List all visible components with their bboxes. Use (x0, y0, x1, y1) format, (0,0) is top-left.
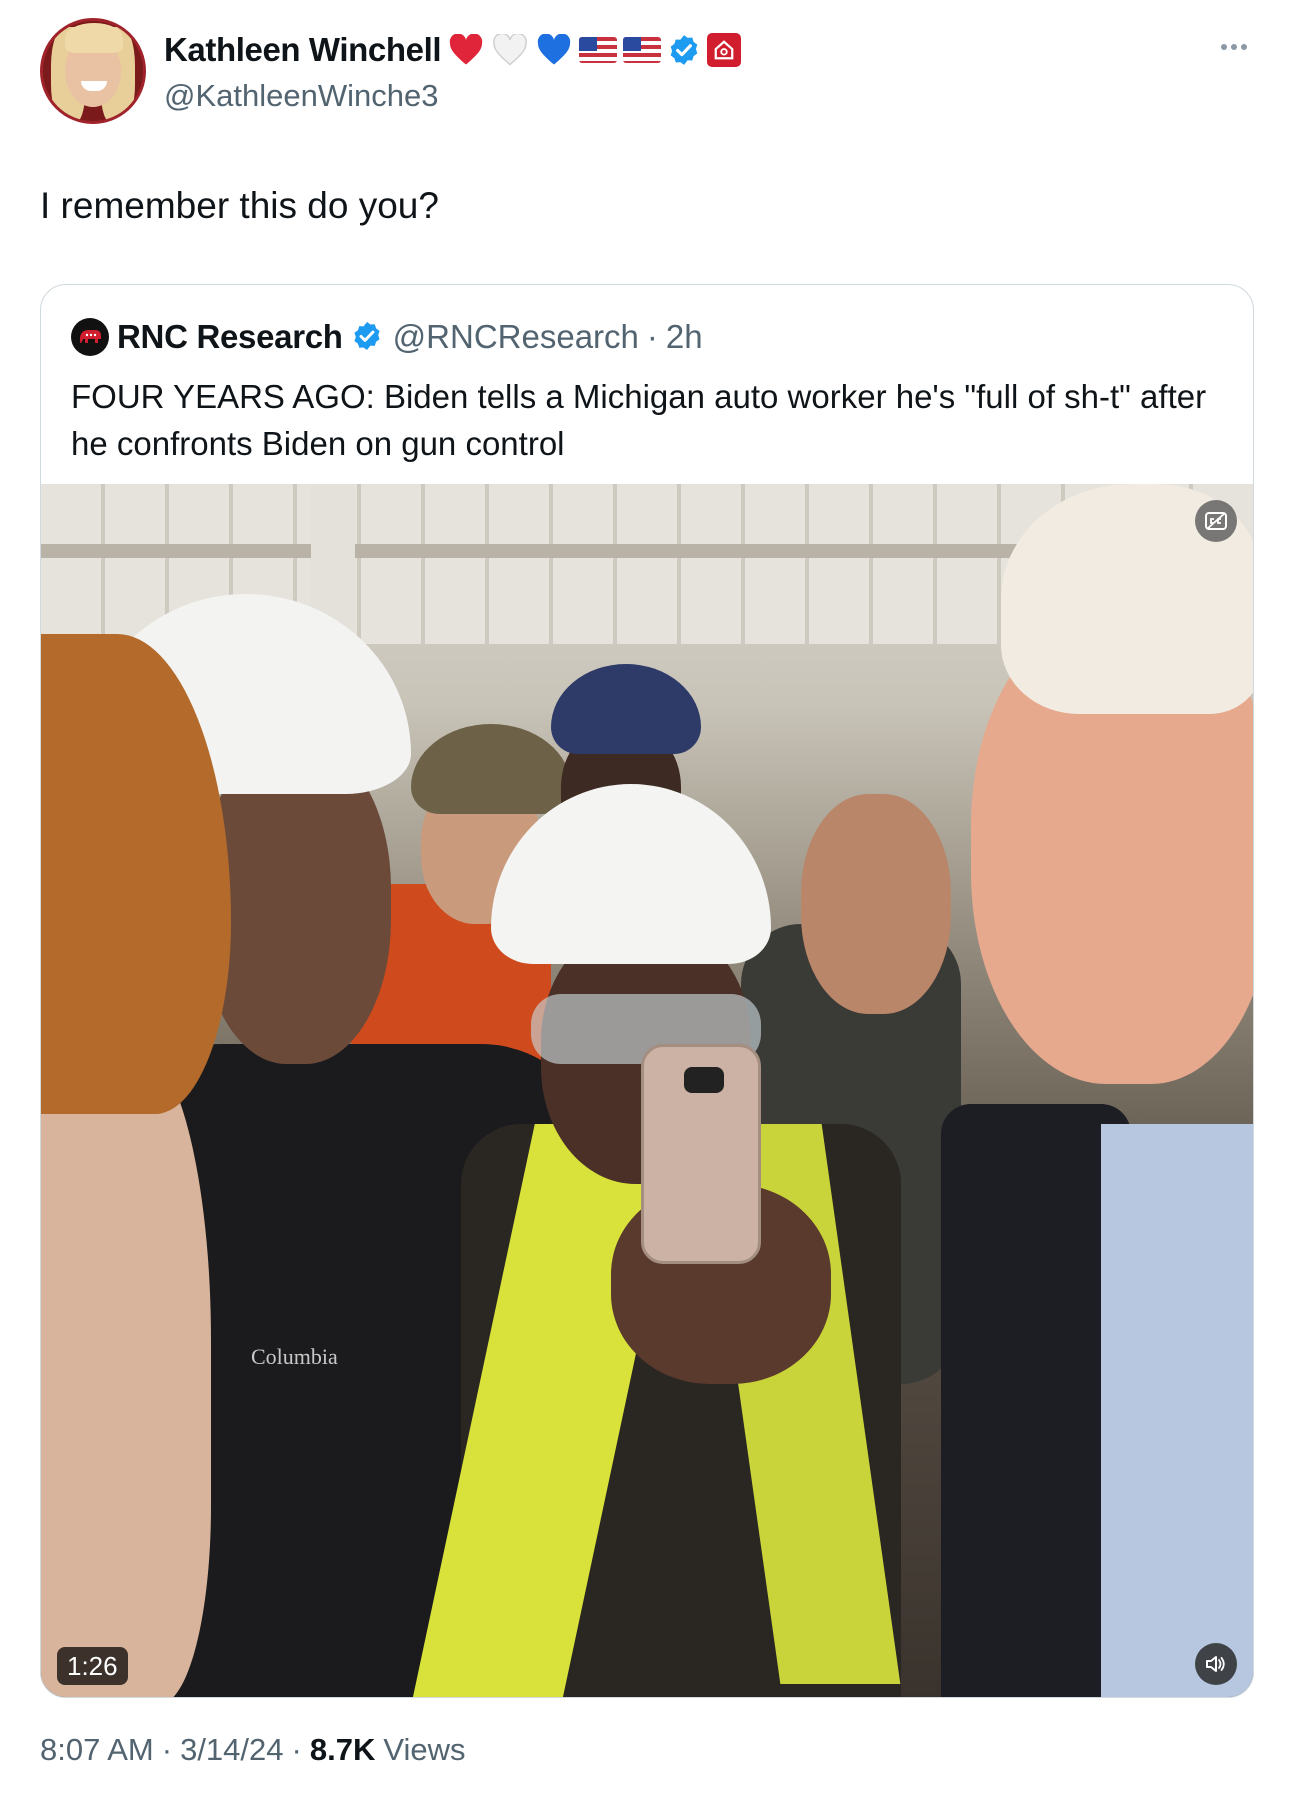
captions-icon[interactable] (1195, 500, 1237, 542)
phone-in-frame (641, 1044, 761, 1264)
more-options-icon[interactable] (1214, 32, 1254, 62)
us-flag-icon (623, 37, 662, 63)
views-count[interactable]: 8.7K (310, 1732, 375, 1768)
separator-dot: · (646, 318, 658, 355)
video-player[interactable]: Columbia 1:26 (41, 484, 1253, 1697)
quoted-tweet-text: FOUR YEARS AGO: Biden tells a Michigan a… (71, 378, 1207, 462)
views-label: Views (383, 1732, 466, 1767)
tweet-date[interactable]: 3/14/24 (180, 1732, 283, 1768)
affiliation-badge-icon[interactable] (707, 33, 742, 67)
author-avatar[interactable] (40, 18, 146, 124)
author-name-row: Kathleen Winchell (164, 28, 742, 72)
tweet-header: Kathleen Winchell @KathleenWinche3 (40, 18, 1254, 128)
tweet-footer: 8:07 AM · 3/14/24 · 8.7K Views (40, 1732, 465, 1768)
blue-heart-icon (535, 32, 573, 68)
video-duration: 1:26 (57, 1647, 128, 1685)
author-handle[interactable]: @KathleenWinche3 (164, 78, 438, 114)
separator-dot: · (161, 1732, 173, 1767)
tweet-time[interactable]: 8:07 AM (40, 1732, 154, 1768)
quoted-handle[interactable]: @RNCResearch (393, 318, 639, 356)
verified-badge-icon (667, 33, 701, 67)
shirt-logo-text: Columbia (251, 1344, 338, 1369)
quoted-tweet-card[interactable]: RNC Research @RNCResearch · 2h FOUR YEAR… (40, 284, 1254, 1698)
quoted-tweet-header: RNC Research @RNCResearch · 2h (71, 315, 703, 359)
verified-badge-icon (351, 320, 385, 354)
white-heart-icon (491, 32, 529, 68)
tweet-text: I remember this do you? (40, 185, 439, 226)
separator-dot: · (291, 1732, 302, 1767)
rnc-elephant-icon (71, 318, 109, 356)
red-heart-icon (447, 32, 485, 68)
us-flag-icon (579, 37, 618, 63)
speaker-icon[interactable] (1195, 1643, 1237, 1685)
quoted-display-name[interactable]: RNC Research (117, 318, 343, 356)
quoted-tweet-age[interactable]: 2h (666, 318, 703, 356)
author-display-name[interactable]: Kathleen Winchell (164, 31, 442, 69)
